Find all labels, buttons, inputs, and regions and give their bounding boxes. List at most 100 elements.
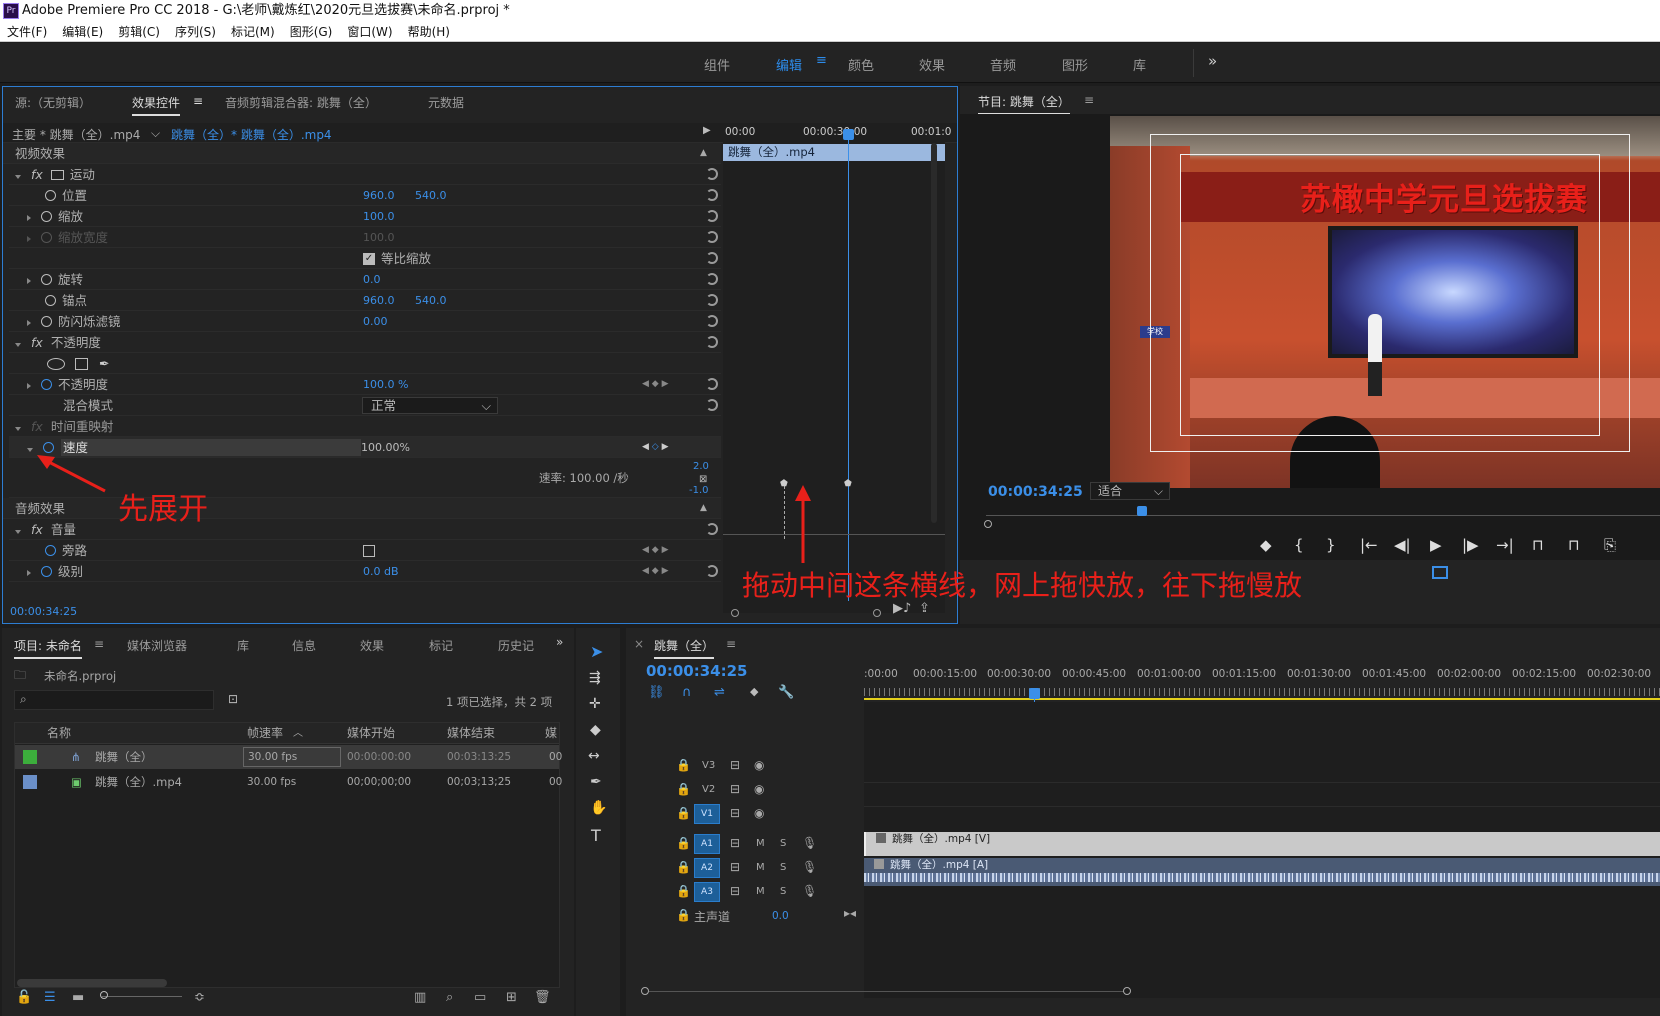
table-row[interactable]: ▣ 跳舞（全）.mp4 30.00 fps 00;00;00;00 00;03;… xyxy=(15,770,562,794)
col-media-end[interactable]: 媒体结束 xyxy=(447,723,495,744)
step-forward-icon[interactable]: |▶ xyxy=(1462,536,1479,554)
compare-view-icon[interactable] xyxy=(1432,566,1448,579)
video-clip[interactable]: 跳舞（全）.mp4 [V] xyxy=(864,832,1660,856)
program-title[interactable]: 节目: 跳舞（全） xyxy=(978,93,1070,115)
position-x-value[interactable]: 960.0 xyxy=(363,185,395,206)
program-menu-icon[interactable]: ≡ xyxy=(1084,93,1094,107)
nest-icon[interactable]: ⛓ xyxy=(648,685,665,700)
play-only-icon[interactable]: ▶ xyxy=(703,125,711,136)
automate-icon[interactable]: ▥ xyxy=(414,990,426,1005)
track-a2-label[interactable]: A2 xyxy=(694,858,720,878)
lock-icon[interactable]: 🔒 xyxy=(676,758,691,772)
tab-history[interactable]: 历史记 xyxy=(498,637,534,654)
lock-icon[interactable]: 🔒 xyxy=(676,908,691,922)
slip-tool-icon[interactable]: ↔ xyxy=(588,748,600,764)
timeline-title[interactable]: 跳舞（全） xyxy=(654,637,715,659)
motion-transform-icon[interactable] xyxy=(50,170,64,180)
program-ruler[interactable] xyxy=(986,506,1660,516)
col-fps[interactable]: 帧速率 xyxy=(247,723,283,744)
mini-scroll-end[interactable] xyxy=(873,609,881,617)
timeline-timecode[interactable]: 00:00:34:25 xyxy=(646,662,748,680)
lock-icon[interactable]: 🔒 xyxy=(676,806,691,820)
mute-button[interactable]: M xyxy=(756,862,765,873)
list-view-icon[interactable]: ☰ xyxy=(44,990,56,1005)
timeline-scrollbar[interactable] xyxy=(641,986,1131,996)
col-more[interactable]: 媒 xyxy=(545,723,557,744)
effect-timecode[interactable]: 00:00:34:25 xyxy=(10,605,77,618)
label-color-swatch[interactable] xyxy=(23,750,37,764)
tab-metadata[interactable]: 元数据 xyxy=(428,94,464,111)
bin-icon[interactable]: ⊡ xyxy=(228,692,238,706)
tab-info[interactable]: 信息 xyxy=(292,637,316,654)
audio-clip[interactable]: 跳舞（全）.mp4 [A] xyxy=(864,858,1660,886)
rotation-value[interactable]: 0.0 xyxy=(363,269,381,290)
workspace-graphics[interactable]: 图形 xyxy=(1062,55,1088,74)
add-marker-icon[interactable]: ◆ xyxy=(750,685,758,698)
menu-marker[interactable]: 标记(M) xyxy=(224,22,283,42)
project-menu-icon[interactable]: ≡ xyxy=(94,637,104,651)
mini-playhead[interactable] xyxy=(848,131,849,601)
fit-select[interactable]: 适合 ⌵ xyxy=(1090,482,1170,500)
mute-button[interactable]: M xyxy=(756,886,765,897)
hand-tool-icon[interactable]: ✋ xyxy=(590,800,607,816)
tab-markers[interactable]: 标记 xyxy=(429,637,453,654)
effect-scrollbar[interactable] xyxy=(931,143,937,523)
lock-icon[interactable]: 🔒 xyxy=(676,884,691,898)
pen-tool-icon[interactable]: ✒ xyxy=(590,774,602,790)
tab-audio-mixer[interactable]: 音频剪辑混合器: 跳舞（全） xyxy=(225,94,377,111)
tab-menu-icon[interactable]: ≡ xyxy=(193,94,203,108)
linked-select-icon[interactable]: ⇌ xyxy=(714,685,725,700)
sync-lock-icon[interactable]: ⊟ xyxy=(730,758,740,772)
pen-mask-icon[interactable]: ✒ xyxy=(99,353,109,374)
master-clip-label[interactable]: 主要 * 跳舞（全）.mp4 xyxy=(12,126,140,143)
ellipse-mask-icon[interactable] xyxy=(47,358,65,370)
solo-button[interactable]: S xyxy=(780,886,786,897)
mark-in-icon[interactable]: { xyxy=(1294,536,1304,554)
sync-lock-icon[interactable]: ⊟ xyxy=(730,782,740,796)
mute-button[interactable]: M xyxy=(756,838,765,849)
label-color-swatch[interactable] xyxy=(23,775,37,789)
menu-graphics[interactable]: 图形(G) xyxy=(283,22,341,42)
eye-icon[interactable]: ◉ xyxy=(754,758,764,772)
workspace-editing[interactable]: 编辑 xyxy=(776,55,802,74)
go-to-end-icon[interactable]: ▸◂ xyxy=(844,906,856,920)
project-overflow-icon[interactable]: » xyxy=(556,635,563,649)
menu-file[interactable]: 文件(F) xyxy=(0,22,55,42)
workspace-libraries[interactable]: 库 xyxy=(1133,55,1146,74)
workspace-assembly[interactable]: 组件 xyxy=(704,55,730,74)
extract-icon[interactable]: ⊓ xyxy=(1568,536,1580,554)
ripple-edit-tool-icon[interactable]: ✛ xyxy=(589,696,601,712)
marker-icon[interactable]: ◆ xyxy=(1260,536,1272,554)
menu-help[interactable]: 帮助(H) xyxy=(401,22,458,42)
track-v3-label[interactable]: V3 xyxy=(702,760,715,771)
lock-icon[interactable]: 🔒 xyxy=(676,782,691,796)
eye-icon[interactable]: ◉ xyxy=(754,806,764,820)
solo-button[interactable]: S xyxy=(780,838,786,849)
speed-rubber-band[interactable] xyxy=(723,534,945,535)
wrench-icon[interactable]: 🔧 xyxy=(778,685,794,700)
fps-field[interactable]: 30.00 fps xyxy=(243,747,341,767)
step-back-icon[interactable]: ◀| xyxy=(1394,536,1411,554)
workspace-menu-icon[interactable]: ≡ xyxy=(816,53,827,68)
eye-icon[interactable]: ◉ xyxy=(754,782,764,796)
type-tool-icon[interactable]: T xyxy=(591,826,601,845)
anchor-y-value[interactable]: 540.0 xyxy=(415,290,447,311)
row-speed[interactable]: 速度 100.00% ◀ ◇ ▶ xyxy=(9,437,721,458)
row-volume[interactable]: fx 音量 xyxy=(9,519,721,540)
sync-lock-icon[interactable]: ⊟ xyxy=(730,806,740,820)
lift-icon[interactable]: ⊓ xyxy=(1532,536,1544,554)
razor-tool-icon[interactable]: ◆ xyxy=(590,722,601,738)
scale-value[interactable]: 100.0 xyxy=(363,206,395,227)
project-scrollbar[interactable] xyxy=(17,979,167,987)
tab-project[interactable]: 项目: 未命名 xyxy=(14,637,82,659)
sync-lock-icon[interactable]: ⊟ xyxy=(730,836,740,850)
track-a3-label[interactable]: A3 xyxy=(694,882,720,902)
lock-icon[interactable]: 🔓 xyxy=(16,990,32,1005)
workspace-audio[interactable]: 音频 xyxy=(990,55,1016,74)
find-icon[interactable]: ⌕ xyxy=(446,990,453,1005)
timeline-playhead-handle[interactable] xyxy=(1029,688,1040,699)
trash-icon[interactable]: 🗑 xyxy=(534,990,551,1005)
workspace-color[interactable]: 颜色 xyxy=(848,55,874,74)
mini-playhead-handle[interactable] xyxy=(843,129,854,140)
bypass-checkbox[interactable] xyxy=(363,545,375,557)
